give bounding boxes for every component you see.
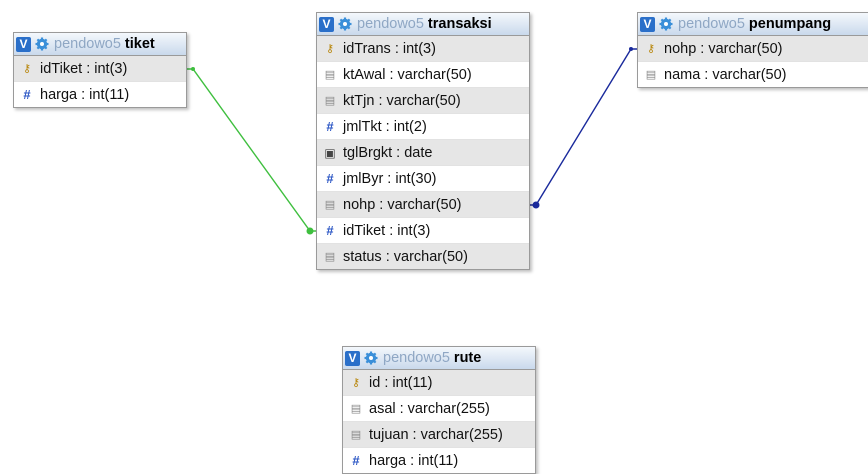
- text-icon: ▤: [324, 95, 336, 107]
- column-label: harga : int(11): [369, 452, 459, 469]
- gear-icon[interactable]: [659, 17, 673, 31]
- column-row[interactable]: ⚷ idTiket : int(3): [14, 56, 186, 82]
- column-label: tglBrgkt : date: [343, 144, 433, 161]
- column-row[interactable]: ▤ ktTjn : varchar(50): [317, 88, 529, 114]
- gear-icon[interactable]: [35, 37, 49, 51]
- column-list: ⚷ nohp : varchar(50) ▤ nama : varchar(50): [638, 36, 868, 87]
- column-row[interactable]: # harga : int(11): [343, 448, 535, 473]
- column-label: idTiket : int(3): [40, 60, 128, 77]
- column-row[interactable]: ▤ asal : varchar(255): [343, 396, 535, 422]
- column-row[interactable]: ▤ ktAwal : varchar(50): [317, 62, 529, 88]
- column-list: ⚷ id : int(11) ▤ asal : varchar(255) ▤ tujuan…: [343, 370, 535, 473]
- column-row[interactable]: ⚷ nohp : varchar(50): [638, 36, 868, 62]
- numeric-icon: #: [23, 87, 31, 102]
- database-name: pendowo5: [54, 36, 121, 52]
- column-label: status : varchar(50): [343, 248, 468, 265]
- text-icon: ▤: [324, 199, 336, 211]
- relation-line: [187, 68, 316, 232]
- column-label: nohp : varchar(50): [343, 196, 462, 213]
- relation-end-marker: [532, 201, 540, 209]
- column-label: ktTjn : varchar(50): [343, 92, 461, 109]
- relation-end-marker: [306, 227, 314, 235]
- relation-start-marker: [191, 67, 195, 71]
- column-row[interactable]: ▤ nama : varchar(50): [638, 62, 868, 87]
- column-label: nama : varchar(50): [664, 66, 787, 83]
- table-header[interactable]: Vpendowo5 penumpang: [638, 13, 868, 36]
- table-rute[interactable]: Vpendowo5 rute ⚷ id : int(11) ▤ asal : varcha…: [342, 346, 536, 474]
- gear-icon[interactable]: [338, 17, 352, 31]
- date-icon: ▣: [324, 145, 336, 160]
- key-icon: ⚷: [325, 43, 335, 55]
- text-icon: ▤: [324, 69, 336, 81]
- toggle-icon[interactable]: V: [16, 36, 31, 52]
- column-label: ktAwal : varchar(50): [343, 66, 472, 83]
- table-name: rute: [453, 350, 482, 366]
- relation-line: [530, 48, 637, 206]
- column-row[interactable]: ▣ tglBrgkt : date: [317, 140, 529, 166]
- table-penumpang[interactable]: Vpendowo5 penumpang ⚷ nohp : varchar(50) ▤ na…: [637, 12, 868, 88]
- key-icon: ⚷: [646, 43, 656, 55]
- column-label: id : int(11): [369, 374, 433, 391]
- relation-start-marker: [629, 47, 633, 51]
- column-list: ⚷ idTiket : int(3) # harga : int(11): [14, 56, 186, 107]
- numeric-icon: #: [326, 171, 334, 186]
- numeric-icon: #: [326, 223, 334, 238]
- column-row[interactable]: ▤ tujuan : varchar(255): [343, 422, 535, 448]
- database-name: pendowo5: [383, 350, 450, 366]
- column-row[interactable]: # idTiket : int(3): [317, 218, 529, 244]
- column-label: jmlTkt : int(2): [343, 118, 427, 135]
- numeric-icon: #: [326, 119, 334, 134]
- column-list: ⚷ idTrans : int(3) ▤ ktAwal : varchar(50) ▤ k…: [317, 36, 529, 269]
- column-row[interactable]: # jmlTkt : int(2): [317, 114, 529, 140]
- text-icon: ▤: [645, 69, 657, 81]
- database-name: pendowo5: [357, 16, 424, 32]
- table-name: penumpang: [748, 16, 832, 32]
- text-icon: ▤: [324, 251, 336, 263]
- text-icon: ▤: [350, 429, 362, 441]
- column-label: idTrans : int(3): [343, 40, 436, 57]
- toggle-icon[interactable]: V: [640, 16, 655, 32]
- database-name: pendowo5: [678, 16, 745, 32]
- key-icon: ⚷: [351, 377, 361, 389]
- column-label: jmlByr : int(30): [343, 170, 437, 187]
- table-tiket[interactable]: Vpendowo5 tiket ⚷ idTiket : int(3) # harga : …: [13, 32, 187, 108]
- column-row[interactable]: ⚷ id : int(11): [343, 370, 535, 396]
- table-header[interactable]: Vpendowo5 rute: [343, 347, 535, 370]
- column-row[interactable]: ⚷ idTrans : int(3): [317, 36, 529, 62]
- table-name: transaksi: [427, 16, 492, 32]
- key-icon: ⚷: [22, 63, 32, 75]
- column-label: nohp : varchar(50): [664, 40, 783, 57]
- table-header[interactable]: Vpendowo5 tiket: [14, 33, 186, 56]
- table-header[interactable]: Vpendowo5 transaksi: [317, 13, 529, 36]
- gear-icon[interactable]: [364, 351, 378, 365]
- numeric-icon: #: [352, 453, 360, 468]
- column-label: asal : varchar(255): [369, 400, 490, 417]
- toggle-icon[interactable]: V: [319, 16, 334, 32]
- column-label: idTiket : int(3): [343, 222, 431, 239]
- column-row[interactable]: ▤ status : varchar(50): [317, 244, 529, 269]
- toggle-icon[interactable]: V: [345, 350, 360, 366]
- column-row[interactable]: # jmlByr : int(30): [317, 166, 529, 192]
- column-row[interactable]: ▤ nohp : varchar(50): [317, 192, 529, 218]
- column-label: tujuan : varchar(255): [369, 426, 503, 443]
- text-icon: ▤: [350, 403, 362, 415]
- column-label: harga : int(11): [40, 86, 130, 103]
- column-row[interactable]: # harga : int(11): [14, 82, 186, 107]
- table-name: tiket: [124, 36, 155, 52]
- table-transaksi[interactable]: Vpendowo5 transaksi ⚷ idTrans : int(3) ▤ ktAw…: [316, 12, 530, 270]
